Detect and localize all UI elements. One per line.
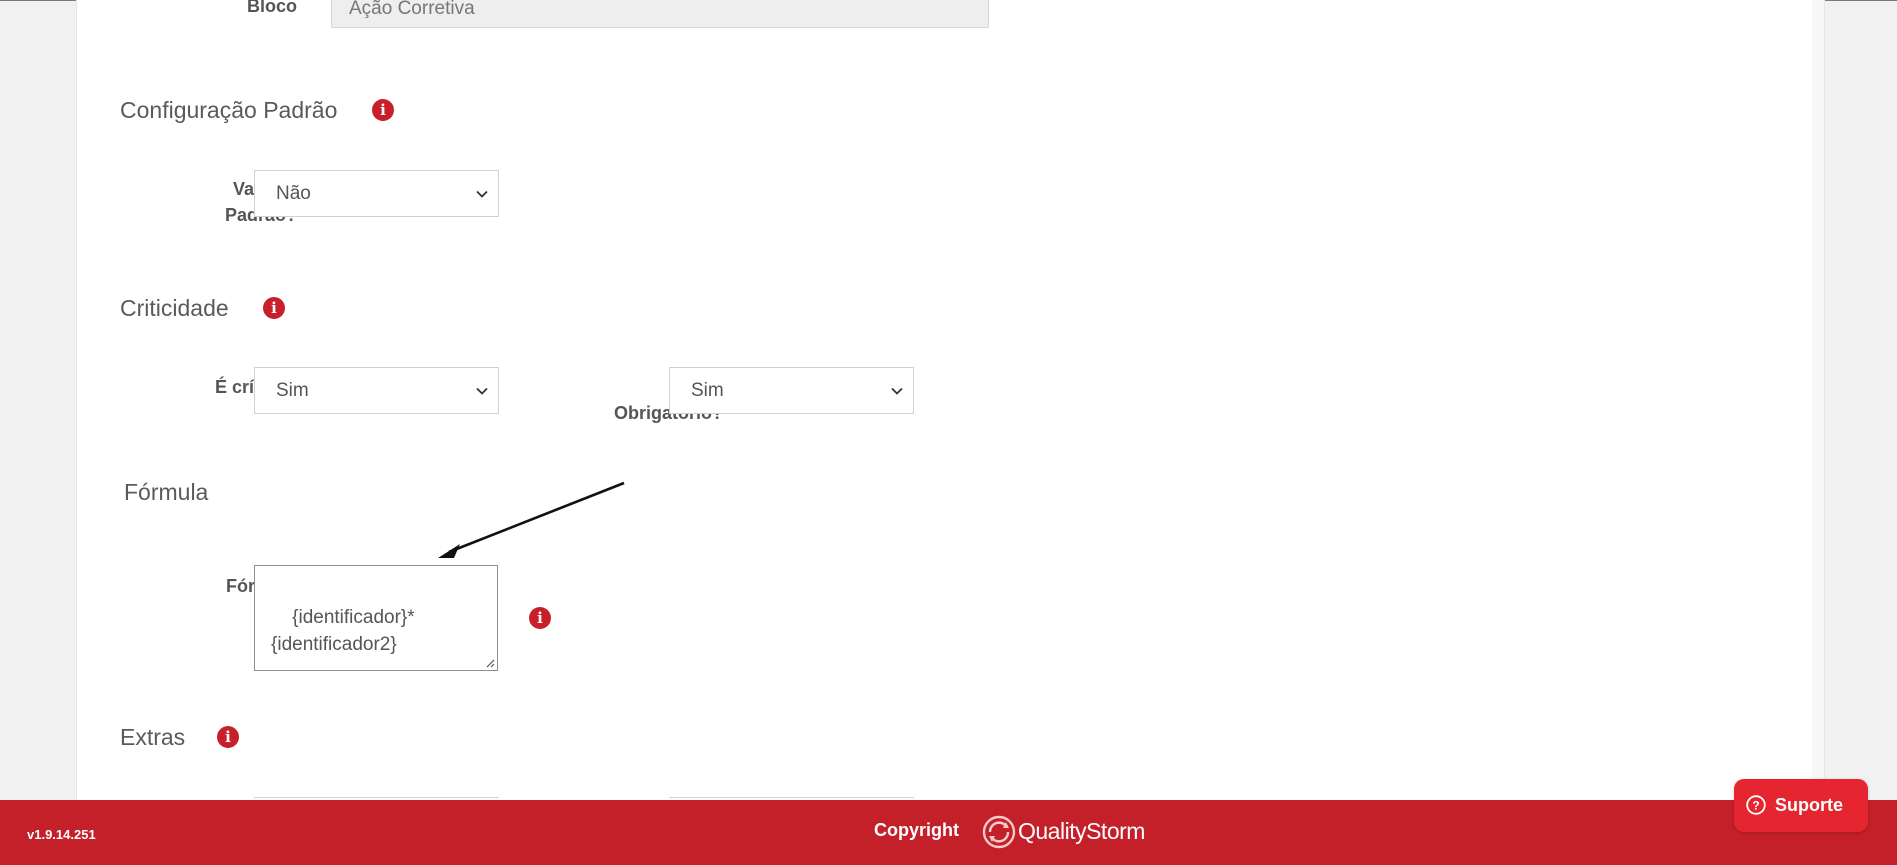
valores-padrao-selected: Não [276,183,311,204]
formula-textarea-value: {identificador}* {identificador2} [271,607,415,655]
valores-padrao-select[interactable]: Não [254,170,499,217]
bloco-input: Ação Corretiva [331,0,989,28]
form-card: Bloco Ação Corretiva Configuração Padrão… [76,0,1814,800]
critico-selected: Sim [276,380,309,401]
svg-text:?: ? [1752,799,1759,813]
support-button[interactable]: ? Suporte [1734,779,1868,832]
info-icon[interactable]: i [217,726,239,748]
critico-select[interactable]: Sim [254,367,499,414]
chevron-down-icon [891,387,903,395]
section-title-configuracao-padrao: Configuração Padrão [120,97,338,123]
scroll-gutter [1812,0,1825,800]
info-icon[interactable]: i [263,297,285,319]
bloco-label: Bloco [246,0,297,16]
version-text: v1.9.14.251 [27,827,96,842]
info-icon[interactable]: i [372,99,394,121]
section-title-criticidade: Criticidade [120,295,229,321]
resize-handle-icon[interactable] [486,659,495,668]
support-label: Suporte [1775,795,1844,815]
copyright-text: Copyright [874,820,959,840]
chevron-down-icon [476,387,488,395]
obrigatorio-select[interactable]: Sim [669,367,914,414]
brand-name: QualityStorm [1018,818,1145,844]
chevron-down-icon [476,190,488,198]
footer: v1.9.14.251 Copyright QualityStorm [0,800,1897,865]
help-icon: ? [1746,795,1766,815]
section-title-formula: Fórmula [124,479,209,505]
obrigatorio-selected: Sim [691,380,724,401]
annotation-arrow [438,481,625,558]
info-icon[interactable]: i [529,607,551,629]
qualitystorm-logo-icon [982,815,1016,849]
formula-textarea[interactable]: {identificador}* {identificador2} [254,565,498,671]
section-title-extras: Extras [120,724,186,750]
